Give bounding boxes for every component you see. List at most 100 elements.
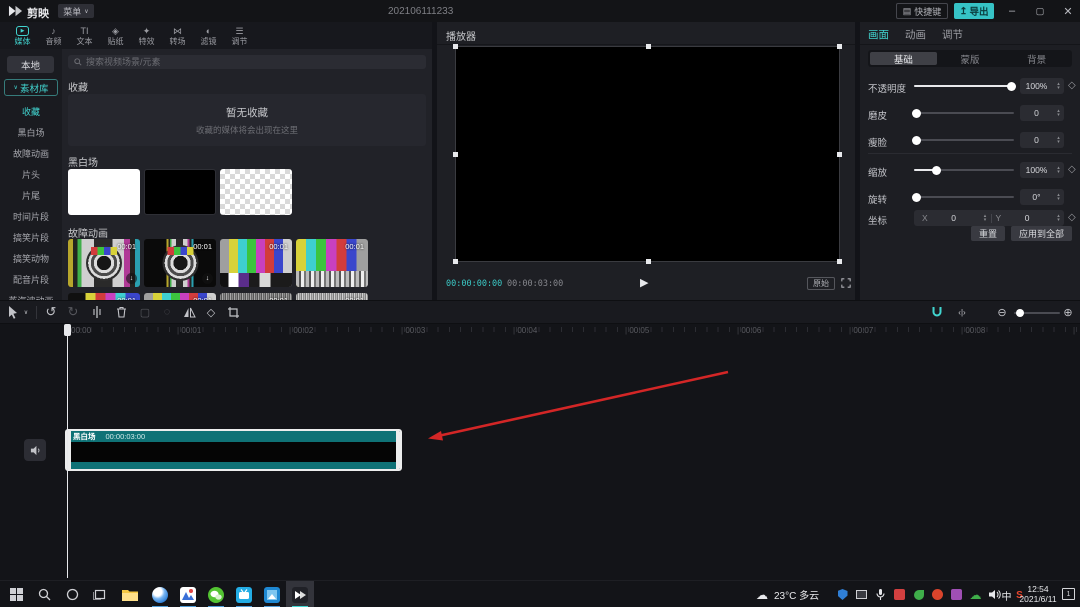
tab-animation[interactable]: 动画	[905, 27, 926, 42]
aspect-ratio-button[interactable]: 原始	[807, 277, 835, 290]
resize-handle[interactable]	[646, 259, 651, 264]
rotate-slider[interactable]	[914, 196, 1014, 198]
snap-toggle-button[interactable]	[928, 301, 946, 323]
start-button[interactable]	[2, 581, 30, 607]
search-bar[interactable]	[68, 55, 426, 69]
thumbnail-glitch-testcard-portrait[interactable]: 00:01 ↓	[144, 239, 216, 287]
tray-gpu-icon[interactable]	[912, 588, 925, 601]
tab-text[interactable]: TI 文本	[69, 22, 100, 49]
reverse-button[interactable]: ◌	[158, 301, 176, 323]
taskbar-clock[interactable]: 12:54 2021/6/11	[1016, 584, 1060, 604]
file-explorer-button[interactable]	[116, 581, 144, 607]
reset-button[interactable]: 重置	[971, 226, 1005, 241]
sidebar-item-intro[interactable]: 片头	[0, 164, 62, 185]
timeline-zoom-knob[interactable]	[1016, 309, 1024, 317]
timeline-zoom-in-button[interactable]: ⊕	[1060, 301, 1076, 323]
task-view-button[interactable]	[86, 581, 114, 607]
thumbnail-transparent-field[interactable]	[220, 169, 292, 215]
taskbar-app-capcut[interactable]	[286, 581, 314, 607]
fullscreen-icon[interactable]	[841, 278, 851, 288]
opacity-slider[interactable]	[914, 85, 1014, 87]
download-icon[interactable]: ↓	[202, 273, 213, 284]
shortcut-keys-button[interactable]: ▤ 快捷键	[896, 3, 948, 19]
sidebar-item-dubbing-clips[interactable]: 配音片段	[0, 269, 62, 290]
position-y-value[interactable]: 0	[1001, 213, 1053, 223]
keyframe-icon[interactable]: ◇	[1068, 164, 1076, 175]
keyframe-icon[interactable]: ◇	[1068, 80, 1076, 91]
smooth-skin-value[interactable]: 0 ▴▾	[1020, 105, 1064, 121]
stepper[interactable]: ▴▾	[1053, 162, 1064, 178]
sidebar-item-local[interactable]: 本地	[7, 56, 54, 73]
sidebar-item-library[interactable]: ∨ 素材库	[4, 79, 58, 96]
minimize-button[interactable]: –	[1000, 0, 1024, 22]
close-button[interactable]: ✕	[1056, 0, 1080, 22]
tray-microphone-icon[interactable]	[874, 588, 887, 601]
keyframe-icon[interactable]: ◇	[1068, 212, 1076, 223]
rotate-value[interactable]: 0° ▴▾	[1020, 189, 1064, 205]
resize-handle[interactable]	[837, 152, 842, 157]
thumbnail-glitch-bars-dark[interactable]: 00:01	[68, 293, 140, 300]
position-control[interactable]: X 0 ▴▾ Y 0 ▴▾	[914, 210, 1064, 226]
tray-security-shield-icon[interactable]	[836, 588, 849, 601]
resize-handle[interactable]	[453, 259, 458, 264]
thumbnail-glitch-testcard[interactable]: 00:01 ↓	[68, 239, 140, 287]
export-button[interactable]: ↥ 导出	[954, 3, 994, 19]
position-x-value[interactable]: 0	[928, 213, 980, 223]
sidebar-item-glitch[interactable]: 故障动画	[0, 143, 62, 164]
taskbar-app-wechat[interactable]	[202, 581, 230, 607]
weather-icon[interactable]: ☁	[756, 581, 768, 607]
download-icon[interactable]: ↓	[126, 273, 137, 284]
scale-value[interactable]: 100% ▴▾	[1020, 162, 1064, 178]
tab-transition[interactable]: ⋈ 转场	[162, 22, 193, 49]
video-preview[interactable]	[455, 46, 840, 262]
delete-button[interactable]	[112, 301, 130, 323]
apply-to-all-button[interactable]: 应用到全部	[1011, 226, 1072, 241]
taskbar-app-bilibili[interactable]	[230, 581, 258, 607]
freeze-frame-button[interactable]: ▢	[136, 301, 154, 323]
menu-button[interactable]: 菜单 ∨	[58, 4, 94, 18]
tab-audio[interactable]: ♪ 音频	[38, 22, 69, 49]
tab-filter[interactable]: ◐ 滤镜	[193, 22, 224, 49]
tab-picture[interactable]: 画面	[868, 27, 889, 42]
smooth-skin-slider[interactable]	[914, 112, 1014, 114]
resize-handle[interactable]	[837, 44, 842, 49]
redo-button[interactable]: ↻	[64, 301, 82, 323]
tray-screen-snip-icon[interactable]	[855, 588, 868, 601]
subtab-basic[interactable]: 基础	[870, 52, 937, 65]
sidebar-item-funny-animals[interactable]: 搞笑动物	[0, 248, 62, 269]
resize-handle[interactable]	[837, 259, 842, 264]
weather-text[interactable]: 23°C 多云	[774, 581, 819, 607]
split-button[interactable]	[88, 301, 106, 323]
thumbnail-white-field[interactable]	[68, 169, 140, 215]
resize-handle[interactable]	[646, 44, 651, 49]
tab-sticker[interactable]: ◈ 贴纸	[100, 22, 131, 49]
sidebar-item-bw-field[interactable]: 黑白场	[0, 122, 62, 143]
rotate-button[interactable]: ◇	[202, 301, 220, 323]
action-center-button[interactable]: 1	[1062, 588, 1075, 600]
stepper[interactable]: ▴▾	[1053, 189, 1064, 205]
taskbar-app-browser[interactable]	[146, 581, 174, 607]
taskbar-app-docs[interactable]	[174, 581, 202, 607]
tab-media[interactable]: ▶ 媒体	[7, 22, 38, 49]
stepper[interactable]: ▴▾	[980, 214, 991, 223]
subtab-mask[interactable]: 蒙版	[937, 52, 1004, 65]
tab-effects[interactable]: ✦ 特效	[131, 22, 162, 49]
thumbnail-glitch-static-light[interactable]: 00:01	[296, 293, 368, 300]
stepper[interactable]: ▴▾	[1053, 78, 1064, 94]
search-input[interactable]	[86, 57, 420, 67]
download-icon[interactable]: ↓	[354, 273, 365, 284]
tray-cloud-drive-icon[interactable]: ☁	[969, 588, 982, 601]
crop-button[interactable]	[224, 301, 242, 323]
undo-button[interactable]: ↺	[42, 301, 60, 323]
play-button[interactable]: ▶	[640, 276, 648, 289]
thumbnail-black-field[interactable]	[144, 169, 216, 215]
tray-ime-icon[interactable]: 中	[1000, 589, 1013, 602]
taskbar-search-button[interactable]	[30, 581, 58, 607]
stepper[interactable]: ▴▾	[1053, 214, 1064, 223]
opacity-value[interactable]: 100% ▴▾	[1020, 78, 1064, 94]
thumbnail-glitch-colorbars-noise[interactable]: 00:01 ↓	[296, 239, 368, 287]
taskbar-app-photos[interactable]	[258, 581, 286, 607]
resize-handle[interactable]	[453, 152, 458, 157]
sidebar-item-outro[interactable]: 片尾	[0, 185, 62, 206]
sidebar-item-favorites[interactable]: 收藏	[0, 101, 62, 122]
